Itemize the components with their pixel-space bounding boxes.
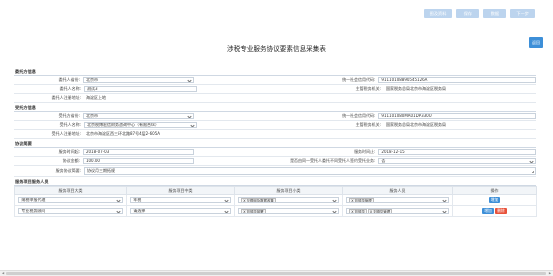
client-tax-office-value: 国家税务总局北京市海淀区税务局 [386, 86, 446, 91]
client-name-label: 委托人名称: [59, 86, 81, 91]
amount-label: 协议金额: [62, 158, 80, 163]
col-header-major: 服务项目大类 [14, 186, 127, 195]
minor-multiselect[interactable]: X 互联网及数据收集 [238, 196, 339, 203]
horizontal-scrollbar[interactable]: ◀ ▶ [0, 270, 553, 276]
client-region-label: 委托人省份: [58, 77, 80, 82]
client-credit-label: 统一社会信用代码: [342, 77, 376, 82]
agent-section-title: 受托方信息 [14, 103, 536, 112]
col-header-staff: 服务人员 [342, 186, 453, 195]
client-section-title: 委托方信息 [14, 67, 536, 76]
agent-tax-office-label: 主管税务机关: [355, 122, 381, 127]
toolbar: 图及资料 保存 数据 下一步 [423, 9, 535, 18]
agent-address-value: 北京市海淀区西三环北路87号4层2-605A [86, 131, 160, 136]
add-row-button[interactable]: 增加 [488, 197, 501, 203]
end-date-label: 服务时间止: [354, 149, 376, 154]
summary-text: 协议月三期拓规 [87, 168, 115, 173]
client-row-3: 委托人注册地址: 海淀区上地 [14, 94, 536, 103]
col-header-middle: 服务项目中类 [126, 186, 235, 195]
add-row-button[interactable]: 增加 [482, 208, 494, 214]
client-name-field[interactable]: 测试3 [84, 86, 197, 92]
agreement-section-title: 协议简要 [14, 139, 536, 148]
staff-header-row: 服务项目大类 服务项目中类 服务项目小类 服务人员 操作 [14, 186, 537, 195]
staff-table: 服务项目大类 服务项目中类 服务项目小类 服务人员 操作 纳税申报代理 年税 X… [14, 186, 537, 217]
page: 图及资料 保存 数据 下一步 涉税专业服务协议要素信息采集表 返回 委托方信息 … [0, 0, 553, 276]
agent-region-select[interactable]: 北京市 [82, 113, 195, 119]
amount-field[interactable]: 100.00 [82, 158, 195, 164]
agent-row-3: 受托人注册地址: 北京市海淀区西三环北路87号4层2-605A [14, 130, 536, 139]
client-row-1: 委托人省份: 北京市 统一社会信用代码: 911101088905451​26A [14, 76, 536, 85]
start-date-label: 服务时间起: [58, 149, 80, 154]
col-header-minor: 服务项目小类 [234, 186, 343, 195]
agent-name-label: 受托人名称: [59, 122, 81, 127]
start-date-field[interactable]: 2018-07-03 [82, 149, 195, 155]
staff-multiselect[interactable]: X 刘德华管理 [346, 196, 449, 203]
summary-label: 服务协议简要: [55, 168, 81, 173]
client-region-select[interactable]: 北京市 [82, 77, 195, 83]
staff-tag[interactable]: X 刘德华管理 [367, 208, 393, 213]
agent-row-1: 受托方省份: 北京市 统一社会信用代码: 911101080MA01DP330U [14, 112, 536, 121]
staff-tag[interactable]: X 刘德华管理 [349, 197, 374, 202]
save-button[interactable]: 保存 [456, 9, 480, 18]
agreement-row-2: 协议金额: 100.00 是否由同一受托人委托不同受托人签约受托业务: 否 [14, 157, 536, 166]
agent-tax-office-value: 国家税务总局北京市海淀区税务局 [386, 122, 446, 127]
summary-textarea[interactable]: 协议月三期拓规 [84, 167, 536, 175]
table-row: 纳税申报代理 年税 X 互联网及数据收集 X 刘德华管理 增加 [14, 194, 537, 206]
page-title: 涉税专业服务协议要素信息采集表 [227, 45, 326, 53]
middle-select[interactable]: 请选择 [130, 207, 231, 214]
data-button[interactable]: 数据 [483, 9, 507, 18]
agreement-row-1: 服务时间起: 2018-07-03 服务时间止: 2018-12-15 [14, 148, 536, 157]
client-credit-field[interactable]: 911101088905451​26A [378, 77, 536, 83]
major-select[interactable]: 专业税务顾问 [18, 207, 123, 214]
staff-tag[interactable]: X 刘德华 [349, 208, 367, 213]
agreement-row-3: 服务协议简要: 协议月三期拓规 [14, 166, 536, 177]
minor-multiselect[interactable]: X 刘德华部署 [238, 207, 339, 214]
scroll-right-icon[interactable]: ▶ [547, 271, 553, 276]
staff-multiselect[interactable]: X 刘德华 X 刘德华管理 [346, 207, 449, 214]
major-select[interactable]: 纳税申报代理 [18, 196, 123, 203]
same-client-select[interactable]: 否 [378, 158, 536, 164]
minor-tag[interactable]: X 互联网及数据收集 [241, 197, 276, 202]
middle-select[interactable]: 年税 [130, 196, 231, 203]
agent-credit-label: 统一社会信用代码: [342, 113, 376, 118]
materials-button[interactable]: 图及资料 [423, 9, 453, 18]
delete-row-button[interactable]: 删除 [495, 208, 507, 214]
scroll-thumb[interactable] [6, 272, 546, 275]
minor-tag[interactable]: X 刘德华部署 [241, 208, 266, 213]
end-date-field[interactable]: 2018-12-15 [378, 149, 536, 155]
table-row: 专业税务顾问 请选择 X 刘德华部署 X 刘德华 X 刘德华管理 增加 删除 [14, 205, 537, 217]
staff-section-title: 服务项目服务人员 [14, 177, 536, 186]
agent-credit-field[interactable]: 911101080MA01DP330U [378, 113, 536, 119]
client-tax-office-label: 主管税务机关: [355, 86, 381, 91]
agent-name-select[interactable]: 北京税博宏信财务咨询中心（有限合伙） [84, 122, 197, 128]
agent-row-2: 受托人名称: 北京税博宏信财务咨询中心（有限合伙） 主管税务机关: 国家税务总局… [14, 121, 536, 130]
client-row-2: 委托人名称: 测试3 主管税务机关: 国家税务总局北京市海淀区税务局 [14, 85, 536, 94]
resize-handle-icon[interactable] [532, 171, 534, 173]
client-address-value: 海淀区上地 [86, 95, 106, 100]
agent-region-label: 受托方省份: [58, 113, 80, 118]
client-address-label: 委托人注册地址: [51, 95, 81, 100]
form-content: 委托方信息 委托人省份: 北京市 统一社会信用代码: 9111010889054… [14, 67, 537, 217]
agent-address-label: 受托人注册地址: [51, 131, 81, 136]
col-header-actions: 操作 [452, 186, 537, 195]
next-step-button[interactable]: 下一步 [510, 9, 535, 18]
same-client-label: 是否由同一受托人委托不同受托人签约受托业务: [290, 158, 376, 163]
return-button[interactable]: 返回 [529, 37, 543, 48]
